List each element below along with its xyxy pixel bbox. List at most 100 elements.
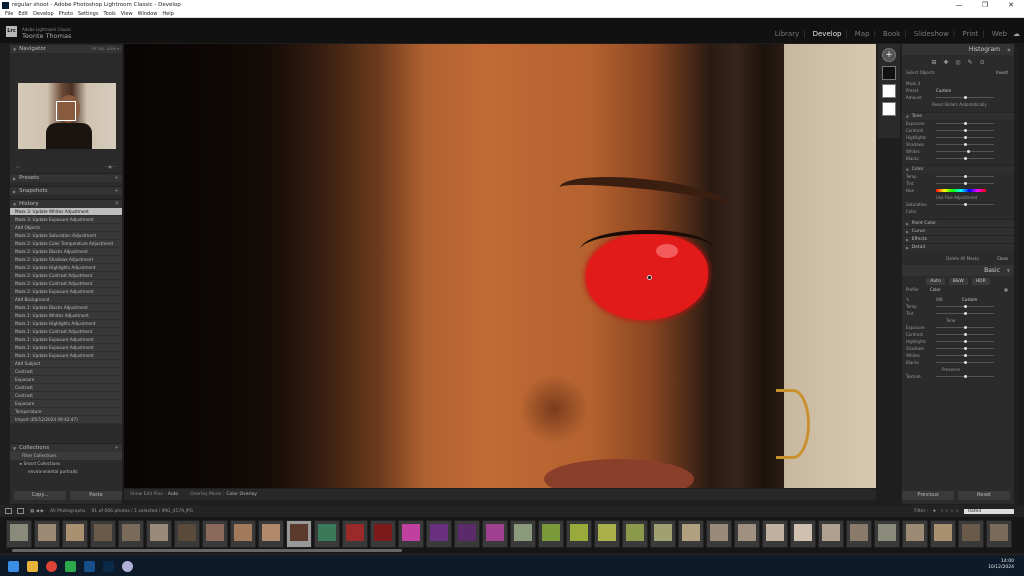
slider-knob[interactable] xyxy=(964,326,967,329)
auto-button[interactable]: Auto xyxy=(926,277,945,285)
exposure-slider[interactable]: Exposure xyxy=(902,120,1014,127)
point-color-header[interactable]: ▶ Point Color xyxy=(902,219,1014,227)
slider-knob[interactable] xyxy=(964,175,967,178)
photo-canvas[interactable] xyxy=(124,44,876,488)
reset-icon[interactable]: ▭ xyxy=(16,164,20,169)
history-item[interactable]: Add Background xyxy=(10,296,122,304)
filmstrip-thumbnail[interactable] xyxy=(958,520,984,548)
history-item[interactable]: Contrast xyxy=(10,368,122,376)
slider-knob[interactable] xyxy=(964,136,967,139)
history-item[interactable]: Mask 1: Update Whites Adjustment xyxy=(10,312,122,320)
filmstrip-thumbnail[interactable] xyxy=(202,520,228,548)
filter-select[interactable]: Rated xyxy=(964,508,1014,514)
whites-slider[interactable]: Whites xyxy=(902,148,1014,155)
effects-header[interactable]: ▶ Effects xyxy=(902,235,1014,243)
collections-header[interactable]: ▼ Collections + xyxy=(10,443,122,452)
color-swatch-row[interactable]: Color xyxy=(902,208,1014,215)
presets-header[interactable]: ▶ Presets + xyxy=(10,173,122,182)
reset-sliders-checkbox[interactable]: Reset Sliders Automatically xyxy=(902,101,1014,108)
filmstrip-thumbnail[interactable] xyxy=(594,520,620,548)
filmstrip-thumbnail[interactable] xyxy=(622,520,648,548)
overlay-mode-select[interactable]: Color Overlay xyxy=(226,492,257,497)
texture-slider[interactable]: Texture xyxy=(902,373,1014,380)
navigator-preview[interactable] xyxy=(10,53,122,161)
copy-button[interactable]: Copy... xyxy=(14,491,66,500)
photoshop-taskbar-icon[interactable] xyxy=(103,560,114,572)
filmstrip-thumbnail[interactable] xyxy=(90,520,116,548)
add-collection-icon[interactable]: + xyxy=(114,445,119,451)
filmstrip-thumbnail[interactable] xyxy=(426,520,452,548)
mask-tone-header[interactable]: ▼ Tone xyxy=(902,112,1014,120)
media-app-icon[interactable] xyxy=(122,560,133,572)
filmstrip-thumbnail[interactable] xyxy=(454,520,480,548)
crop-icon[interactable]: ⊞ xyxy=(931,59,936,66)
hdr-button[interactable]: HDR xyxy=(971,277,990,285)
mask-pin[interactable] xyxy=(647,275,652,280)
filmstrip-thumbnail[interactable] xyxy=(790,520,816,548)
profile-browser-icon[interactable]: ▦ xyxy=(1004,287,1008,292)
filmstrip-thumbnail[interactable] xyxy=(538,520,564,548)
filmstrip-thumbnail[interactable] xyxy=(314,520,340,548)
filmstrip-thumbnail[interactable] xyxy=(370,520,396,548)
contrast-slider[interactable]: Contrast xyxy=(902,127,1014,134)
filmstrip-thumbnail[interactable] xyxy=(650,520,676,548)
environmental-portraits-item[interactable]: environmental portraits xyxy=(10,468,122,476)
tint-slider[interactable]: Tint xyxy=(902,310,1014,317)
detail-header[interactable]: ▶ Detail xyxy=(902,243,1014,251)
menu-help[interactable]: Help xyxy=(162,11,173,17)
chrome-icon[interactable] xyxy=(46,560,57,572)
filmstrip-thumbnail[interactable] xyxy=(846,520,872,548)
filmstrip-thumbnail[interactable] xyxy=(734,520,760,548)
filmstrip-thumbnail[interactable] xyxy=(34,520,60,548)
temp-slider[interactable]: Temp xyxy=(902,303,1014,310)
hue-slider[interactable]: Hue xyxy=(902,187,1014,194)
select-objects-row[interactable]: Select Objects Invert xyxy=(902,69,1014,76)
navigator-viewport-box[interactable] xyxy=(56,101,76,121)
menu-file[interactable]: File xyxy=(5,11,13,17)
history-item[interactable]: Add Objects xyxy=(10,224,122,232)
filmstrip-thumbnail[interactable] xyxy=(706,520,732,548)
filmstrip-thumbnail[interactable] xyxy=(230,520,256,548)
slider-knob[interactable] xyxy=(964,182,967,185)
slider-knob[interactable] xyxy=(964,305,967,308)
blacks-slider[interactable]: Blacks xyxy=(902,155,1014,162)
minimize-button[interactable]: — xyxy=(946,0,972,10)
module-print[interactable]: Print xyxy=(962,30,978,38)
filmstrip-thumbnail[interactable] xyxy=(818,520,844,548)
exposure-slider[interactable]: Exposure xyxy=(902,324,1014,331)
menu-tools[interactable]: Tools xyxy=(103,11,115,17)
history-item[interactable]: Add Subject xyxy=(10,360,122,368)
filmstrip-thumbnail[interactable] xyxy=(342,520,368,548)
navigator-thumbnail[interactable] xyxy=(18,83,116,149)
grid-icon[interactable]: ▦ ◀ ▶ xyxy=(30,509,44,514)
menu-develop[interactable]: Develop xyxy=(33,11,54,17)
mask-thumbnail-3[interactable] xyxy=(882,102,896,116)
history-item[interactable]: Mask 1: Update Exposure Adjustment xyxy=(10,336,122,344)
slider-knob[interactable] xyxy=(964,312,967,315)
show-edit-pins-select[interactable]: Auto xyxy=(168,492,178,497)
whites-slider[interactable]: Whites xyxy=(902,352,1014,359)
bw-button[interactable]: B&W xyxy=(948,277,968,285)
menu-window[interactable]: Window xyxy=(138,11,158,17)
mask-thumbnail-2[interactable] xyxy=(882,84,896,98)
menu-view[interactable]: View xyxy=(121,11,133,17)
slider-knob[interactable] xyxy=(964,129,967,132)
history-item[interactable]: Mask 2: Update Contrast Adjustment xyxy=(10,272,122,280)
paste-button[interactable]: Paste xyxy=(70,491,122,500)
curve-header[interactable]: ▶ Curve xyxy=(902,227,1014,235)
navigator-header[interactable]: ▼ Navigator FIT FILL 100% ▾ xyxy=(10,44,122,53)
brush-icon[interactable]: ✎ xyxy=(968,59,973,66)
filmstrip-thumbnail[interactable] xyxy=(930,520,956,548)
redeye-icon[interactable]: ◎ xyxy=(955,59,960,66)
filmstrip-thumbnail[interactable] xyxy=(874,520,900,548)
filmstrip-thumbnail[interactable] xyxy=(510,520,536,548)
mask-thumbnail-1[interactable] xyxy=(882,66,896,80)
history-item[interactable]: Mask 2: Update Exposure Adjustment xyxy=(10,288,122,296)
mask-icon[interactable]: ⊙ xyxy=(980,59,985,66)
slider-knob[interactable] xyxy=(964,361,967,364)
shadows-slider[interactable]: Shadows xyxy=(902,141,1014,148)
tint-slider[interactable]: Tint xyxy=(902,180,1014,187)
highlights-slider[interactable]: Highlights xyxy=(902,338,1014,345)
add-preset-icon[interactable]: + xyxy=(114,175,119,181)
slider-knob[interactable] xyxy=(964,340,967,343)
